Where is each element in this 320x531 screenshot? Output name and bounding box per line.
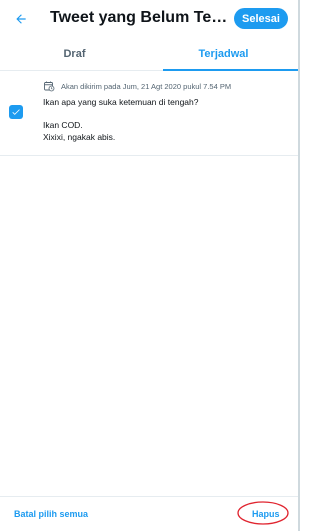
schedule-info: Akan dikirim pada Jum, 21 Agt 2020 pukul… <box>43 80 231 92</box>
delete-button[interactable]: Hapus <box>252 509 280 519</box>
page-title: Tweet yang Belum Terkirim <box>50 9 228 26</box>
schedule-text: Akan dikirim pada Jum, 21 Agt 2020 pukul… <box>61 81 232 91</box>
header: Tweet yang Belum Terkirim Selesai <box>0 0 298 38</box>
window-edge <box>298 0 300 531</box>
tweet-checkbox[interactable] <box>9 105 23 119</box>
tweet-line: Ikan COD. <box>43 120 83 130</box>
tab-draf[interactable]: Draf <box>0 38 149 70</box>
tab-terjadwal[interactable]: Terjadwal <box>149 38 298 71</box>
checkmark-icon <box>12 109 20 115</box>
tweet-line: Xixixi, ngakak abis. <box>43 131 116 142</box>
deselect-all-button[interactable]: Batal pilih semua <box>14 509 88 519</box>
scheduled-tweet-item[interactable]: Akan dikirim pada Jum, 21 Agt 2020 pukul… <box>0 72 298 156</box>
active-tab-indicator <box>163 69 298 71</box>
footer-bar: Batal pilih semua Hapus <box>0 496 298 531</box>
done-button[interactable]: Selesai <box>234 8 288 29</box>
tweet-line: Ikan apa yang suka ketemuan di tengah? <box>43 97 199 107</box>
tweet-text: Ikan apa yang suka ketemuan di tengah? I… <box>43 97 283 143</box>
tab-bar: Draf Terjadwal <box>0 38 298 71</box>
arrow-left-icon <box>16 14 26 24</box>
app-window: Tweet yang Belum Terkirim Selesai Draf T… <box>0 0 300 531</box>
calendar-clock-icon <box>44 81 55 92</box>
tab-terjadwal-label: Terjadwal <box>198 48 249 60</box>
tab-draf-label: Draf <box>63 48 86 60</box>
back-button[interactable] <box>10 8 32 30</box>
